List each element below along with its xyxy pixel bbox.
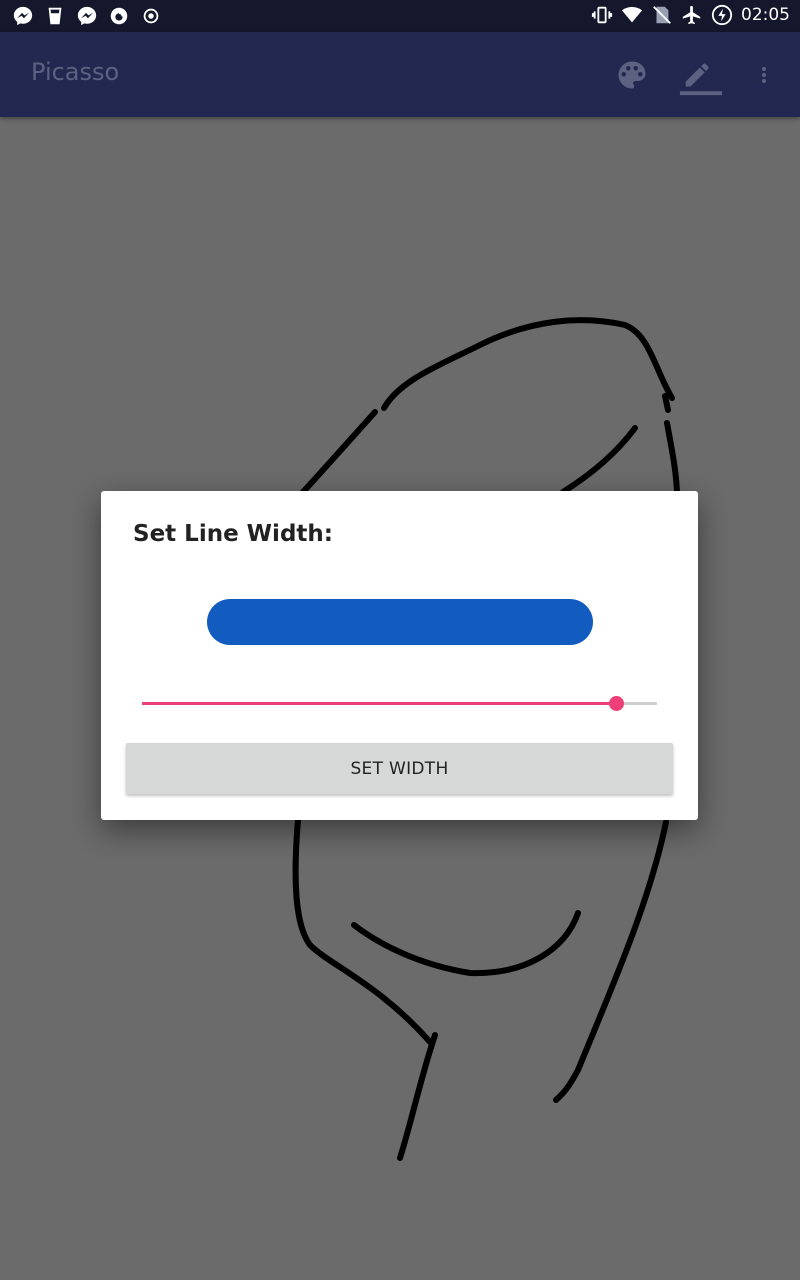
slider-track-fill: [142, 702, 616, 705]
screen: 02:05 Picasso Set Line Width: SET WIDTH: [0, 0, 800, 1280]
set-width-button[interactable]: SET WIDTH: [126, 743, 673, 794]
slider-thumb[interactable]: [608, 696, 624, 711]
line-width-dialog: Set Line Width: SET WIDTH: [101, 491, 698, 820]
line-width-slider[interactable]: [142, 689, 657, 719]
line-width-preview: [207, 599, 593, 645]
dialog-title: Set Line Width:: [133, 521, 333, 547]
